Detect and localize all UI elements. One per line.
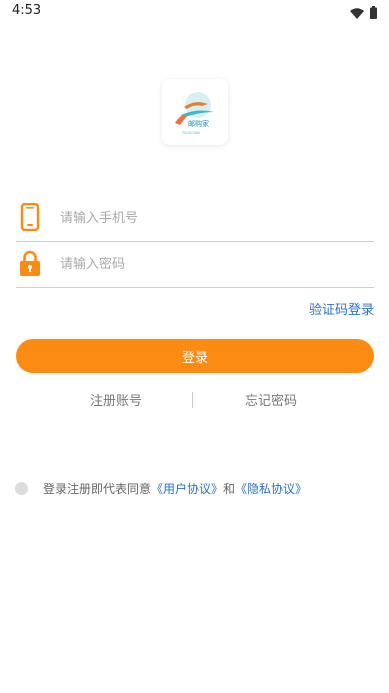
logo-brand-text: 邮购家 — [188, 119, 209, 128]
wifi-icon — [350, 4, 364, 23]
password-row — [16, 241, 374, 288]
agreement-prefix: 登录注册即代表同意 — [43, 481, 152, 496]
status-icons — [350, 4, 377, 23]
agreement-row: 登录注册即代表同意 《用户协议》 和 《隐私协议》 — [15, 479, 307, 497]
account-links: 注册账号 忘记密码 — [0, 390, 389, 410]
phone-row — [16, 195, 374, 242]
user-agreement-link[interactable]: 《用户协议》 — [151, 480, 223, 497]
app-logo: 邮购家 YOUGOUJIA — [162, 79, 228, 145]
status-bar: 4:53 — [0, 0, 389, 24]
links-divider — [192, 392, 193, 408]
sms-code-login-link[interactable]: 验证码登录 — [309, 299, 374, 318]
forgot-password-link[interactable]: 忘记密码 — [245, 390, 297, 409]
privacy-agreement-link[interactable]: 《隐私协议》 — [235, 480, 307, 497]
status-time: 4:53 — [12, 3, 42, 18]
agreement-conjunction: 和 — [223, 481, 236, 496]
agreement-radio[interactable] — [15, 481, 28, 495]
logo-mark: 邮购家 YOUGOUJIA — [175, 92, 214, 135]
lock-icon — [18, 249, 42, 277]
register-link[interactable]: 注册账号 — [90, 390, 142, 409]
password-input[interactable] — [60, 247, 360, 281]
battery-icon — [370, 4, 377, 23]
phone-icon — [18, 202, 42, 232]
login-button[interactable]: 登录 — [16, 339, 374, 373]
phone-input[interactable] — [60, 201, 360, 235]
logo-sub-text: YOUGOUJIA — [182, 131, 201, 135]
